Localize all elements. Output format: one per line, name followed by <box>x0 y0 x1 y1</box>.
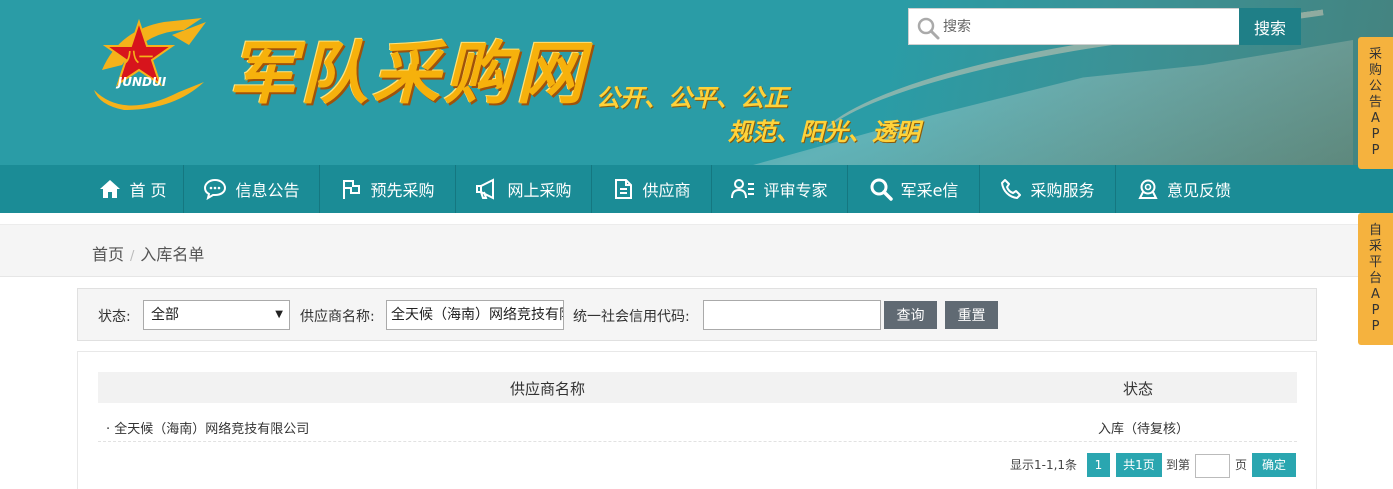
breadcrumb: 首页 / 入库名单 <box>92 241 204 265</box>
site-title[interactable]: 军队采购网 <box>228 18 588 117</box>
nav-item-junchai-exin[interactable]: 军采e信 <box>848 165 980 213</box>
pagination-summary: 显示1-1,1条 <box>1010 458 1078 472</box>
page-unit-label: 页 <box>1235 458 1248 472</box>
nav-item-notices[interactable]: 信息公告 <box>184 165 320 213</box>
main-nav: 首 页 信息公告 预先采购 网上采购 供应商 评审专家 军采e信 采购服务 意见… <box>0 165 1393 213</box>
nav-item-label: 军采e信 <box>900 181 959 200</box>
slogan-line-1: 公开、公平、公正 <box>596 84 788 112</box>
side-tab-label: 自采平台APP <box>1368 223 1382 334</box>
breadcrumb-home[interactable]: 首页 <box>92 245 124 264</box>
breadcrumb-bar: 首页 / 入库名单 <box>0 224 1358 277</box>
supplier-name-label: 供应商名称: <box>300 309 375 325</box>
nav-item-label: 首 页 <box>129 181 167 200</box>
nav-item-procurement-service[interactable]: 采购服务 <box>980 165 1116 213</box>
chevron-down-icon: ▼ <box>275 309 283 320</box>
credit-code-label: 统一社会信用代码: <box>573 309 690 325</box>
table-row: · 全天候（海南）网络竞技有限公司 入库（待复核） <box>98 408 1297 442</box>
phone-icon <box>1001 179 1022 199</box>
svg-text:八一: 八一 <box>124 50 153 66</box>
nav-item-label: 采购服务 <box>1030 181 1095 200</box>
row-status: 入库（待复核） <box>1098 422 1190 437</box>
nav-item-experts[interactable]: 评审专家 <box>712 165 848 213</box>
results-panel: 供应商名称 状态 · 全天候（海南）网络竞技有限公司 入库（待复核） 显示1-1… <box>77 351 1317 489</box>
app-download-tab[interactable]: 采购公告APP <box>1358 37 1393 169</box>
nav-item-label: 信息公告 <box>235 181 300 200</box>
nav-item-feedback[interactable]: 意见反馈 <box>1116 165 1252 213</box>
page-1-button[interactable]: 1 <box>1087 453 1110 477</box>
slogan-line-2: 规范、阳光、透明 <box>728 118 920 146</box>
total-pages-badge: 共1页 <box>1116 453 1162 477</box>
column-status: 状态 <box>1123 380 1154 398</box>
confirm-page-button[interactable]: 确定 <box>1252 453 1296 477</box>
goto-page-input[interactable] <box>1195 454 1230 478</box>
status-select[interactable]: 全部 ▼ <box>143 300 290 330</box>
breadcrumb-separator: / <box>130 249 135 264</box>
goto-label: 到第 <box>1166 458 1191 472</box>
search-box <box>908 8 1240 45</box>
army-emblem-logo[interactable]: 八一 JUNDUI <box>84 10 209 120</box>
supplier-name-input[interactable]: 全天候（海南）网络竞技有限公司 <box>386 300 564 330</box>
feedback-icon <box>1138 179 1158 199</box>
flag-icon <box>343 180 361 199</box>
nav-item-label: 评审专家 <box>763 181 828 200</box>
status-label: 状态: <box>98 309 131 325</box>
filter-bar: 状态: 全部 ▼ 供应商名称: 全天候（海南）网络竞技有限公司 统一社会信用代码… <box>77 288 1317 341</box>
search-input[interactable] <box>943 9 1233 44</box>
nav-item-online-procurement[interactable]: 网上采购 <box>456 165 592 213</box>
status-select-value: 全部 <box>151 307 179 323</box>
nav-item-home[interactable]: 首 页 <box>83 165 184 213</box>
credit-code-input[interactable] <box>703 300 881 330</box>
query-button[interactable]: 查询 <box>884 301 937 329</box>
chat-icon <box>204 178 227 200</box>
nav-item-supplier[interactable]: 供应商 <box>592 165 712 213</box>
emblem-text: JUNDUI <box>116 75 167 89</box>
table-header: 供应商名称 状态 <box>98 372 1297 403</box>
nav-item-label: 网上采购 <box>507 181 572 200</box>
expert-icon <box>731 179 755 199</box>
nav-item-label: 意见反馈 <box>1166 181 1231 200</box>
breadcrumb-current: 入库名单 <box>140 245 205 264</box>
nav-item-label: 预先采购 <box>370 181 435 200</box>
home-icon <box>100 180 121 198</box>
row-supplier-name[interactable]: · 全天候（海南）网络竞技有限公司 <box>106 418 309 437</box>
document-icon <box>615 179 633 199</box>
megaphone-icon <box>476 178 495 200</box>
nav-item-pre-procurement[interactable]: 预先采购 <box>320 165 456 213</box>
search-button[interactable]: 搜索 <box>1239 8 1301 45</box>
column-supplier-name: 供应商名称 <box>510 380 586 398</box>
site-header: 八一 JUNDUI 军队采购网 公开、公平、公正 规范、阳光、透明 搜索 <box>0 0 1393 165</box>
reset-button[interactable]: 重置 <box>945 301 998 329</box>
search-icon <box>870 178 893 201</box>
platform-app-tab[interactable]: 自采平台APP <box>1358 213 1393 345</box>
side-tab-label: 采购公告APP <box>1368 47 1382 158</box>
search-icon <box>917 17 940 40</box>
nav-item-label: 供应商 <box>642 181 691 200</box>
